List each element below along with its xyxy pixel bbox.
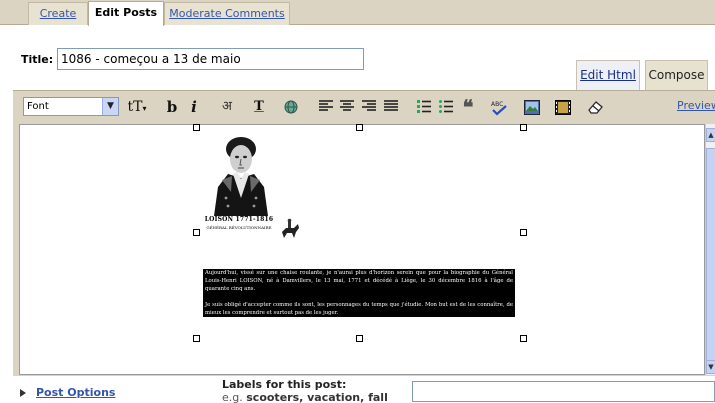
link-button[interactable] — [281, 97, 301, 117]
resize-handle[interactable] — [520, 229, 527, 236]
remove-formatting-button[interactable] — [586, 97, 606, 117]
resize-handle[interactable] — [193, 335, 200, 342]
preview-link[interactable]: Preview — [677, 99, 715, 112]
portrait-subcaption: GÉNÉRAL RÉVOLUTIONNAIRE — [206, 225, 272, 230]
resize-handle[interactable] — [520, 335, 527, 342]
svg-text:ABC: ABC — [491, 101, 503, 108]
align-right-button[interactable] — [360, 97, 378, 117]
justify-button[interactable] — [382, 97, 400, 117]
resize-handle[interactable] — [193, 124, 200, 131]
tab-moderate-comments[interactable]: Moderate Comments — [164, 2, 290, 25]
tab-compose[interactable]: Compose — [645, 60, 708, 91]
bullet-list-button[interactable] — [437, 97, 455, 117]
tab-moderate-comments-label[interactable]: Moderate Comments — [169, 7, 284, 20]
resize-handle[interactable] — [356, 124, 363, 131]
eraser-icon — [588, 101, 603, 114]
font-size-button[interactable]: tT▾ — [125, 97, 149, 117]
tab-edit-html[interactable]: Edit Html — [576, 60, 640, 91]
font-select-value: Font — [27, 101, 49, 112]
portrait-caption: LOISON 1771-1816 — [204, 216, 274, 223]
expand-triangle-icon[interactable] — [20, 389, 26, 397]
align-left-button[interactable] — [317, 97, 335, 117]
link-icon — [284, 100, 298, 114]
resize-handle[interactable] — [356, 335, 363, 342]
editor-scrollbar[interactable]: ▲ ▼ — [705, 124, 715, 375]
chevron-down-icon: ▼ — [102, 98, 118, 115]
blockquote-button[interactable]: ❝ — [459, 97, 477, 117]
align-right-icon — [362, 100, 376, 111]
tab-create-label[interactable]: Create — [40, 7, 77, 20]
bullet-list-icon — [439, 100, 453, 113]
resize-handle[interactable] — [520, 124, 527, 131]
spellcheck-icon: ABC — [491, 101, 507, 116]
resize-handle[interactable] — [193, 229, 200, 236]
tab-create[interactable]: Create — [28, 2, 88, 25]
scroll-up-button[interactable]: ▲ — [706, 128, 715, 142]
video-icon — [555, 100, 571, 115]
image-icon — [524, 100, 540, 115]
tab-edit-html-label[interactable]: Edit Html — [580, 68, 636, 82]
insert-video-button[interactable] — [553, 97, 573, 117]
justify-icon — [384, 100, 398, 111]
biography-paragraph-2: Je suis obligé d'accepter comme ils sont… — [203, 301, 515, 317]
post-options-link[interactable]: Post Options — [36, 386, 115, 399]
align-left-icon — [319, 100, 333, 111]
tab-edit-posts-label[interactable]: Edit Posts — [95, 6, 157, 19]
paragraph-spacer — [203, 293, 515, 301]
spellcheck-button[interactable]: ABC — [489, 97, 509, 117]
biography-paragraph-1: Aujourd'hui, vissé sur une chaise roulan… — [203, 269, 515, 293]
font-size-icon: tT — [127, 99, 143, 115]
post-options[interactable]: Post Options — [20, 386, 115, 399]
tab-edit-posts[interactable]: Edit Posts — [88, 1, 164, 26]
editor-toolbar: Font ▼ tT▾ b i अ T ❝ ABC Preview — [15, 93, 715, 123]
selected-text-image[interactable]: Aujourd'hui, vissé sur une chaise roulan… — [203, 269, 515, 333]
insert-image-button[interactable] — [522, 97, 542, 117]
top-tab-bar: Create Edit Posts Moderate Comments — [0, 0, 715, 26]
bold-button[interactable]: b — [164, 97, 180, 117]
font-select[interactable]: Font ▼ — [23, 97, 119, 116]
scroll-down-button[interactable]: ▼ — [706, 360, 715, 374]
labels-hint: e.g. scooters, vacation, fall — [222, 391, 388, 403]
numbered-list-button[interactable] — [415, 97, 433, 117]
title-input[interactable] — [57, 48, 364, 70]
chevron-down-icon: ▾ — [142, 104, 147, 113]
labels-title: Labels for this post: — [222, 378, 347, 391]
scroll-thumb[interactable] — [706, 148, 715, 370]
labels-hint-examples: scooters, vacation, fall — [246, 391, 388, 403]
align-center-button[interactable] — [338, 97, 356, 117]
title-label: Title: — [21, 53, 54, 66]
highlight-button[interactable]: T — [249, 97, 269, 117]
labels-hint-prefix: e.g. — [222, 391, 243, 403]
labels-input[interactable] — [412, 381, 715, 402]
italic-button[interactable]: i — [187, 97, 201, 117]
align-center-icon — [340, 100, 354, 111]
numbered-list-icon — [417, 100, 431, 113]
text-color-button[interactable]: अ — [219, 97, 235, 117]
quote-icon: ❝ — [462, 95, 474, 119]
